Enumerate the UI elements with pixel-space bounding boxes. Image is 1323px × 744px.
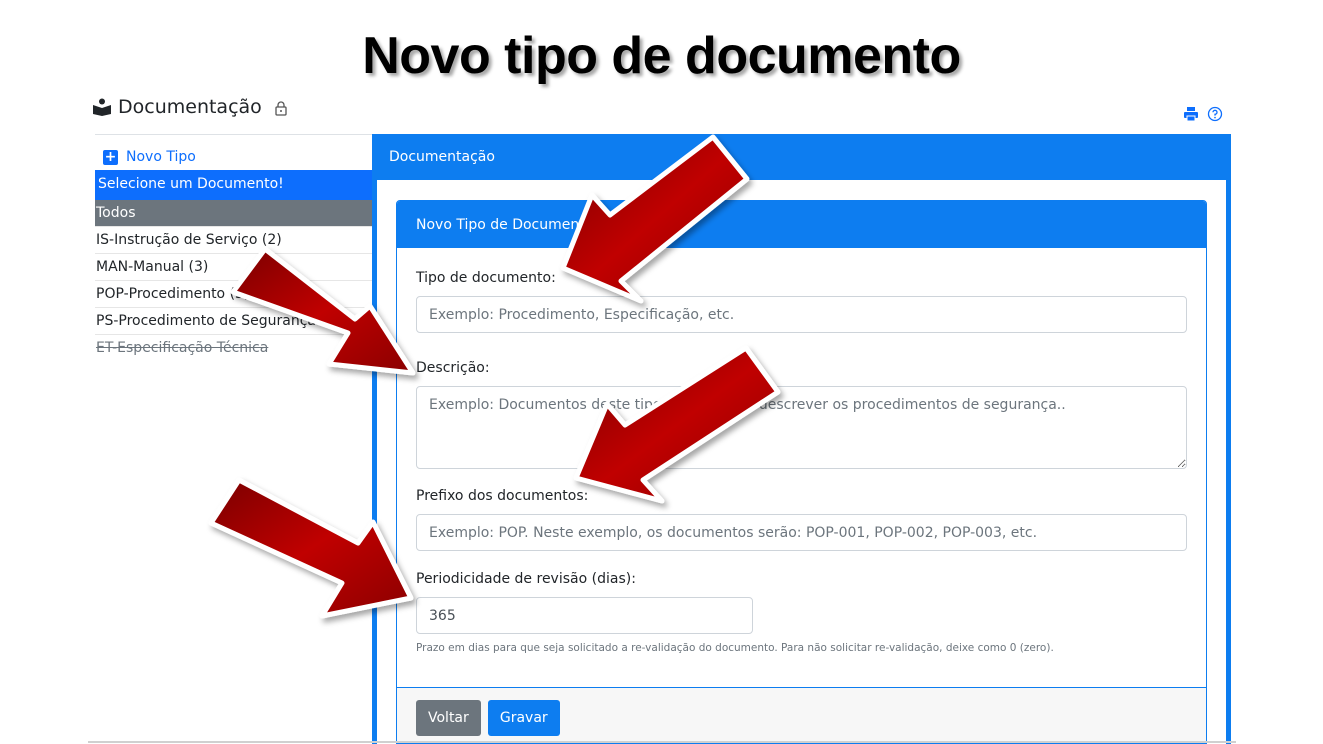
sidebar-item-et[interactable]: ET-Especificação Técnica	[95, 335, 372, 362]
card-body: Tipo de documento: Descrição: Prefixo do…	[397, 248, 1206, 654]
back-button[interactable]: Voltar	[416, 700, 481, 736]
book-reader-icon	[92, 98, 112, 116]
doc-type-label: Tipo de documento:	[416, 270, 556, 286]
app-header: Documentação	[92, 96, 288, 118]
card-title: Novo Tipo de Documento	[397, 201, 1206, 248]
prefix-input[interactable]	[416, 514, 1187, 551]
new-type-label: Novo Tipo	[126, 149, 196, 165]
description-textarea[interactable]	[416, 386, 1187, 469]
main-body: Novo Tipo de Documento Tipo de documento…	[377, 180, 1226, 744]
prefix-label: Prefixo dos documentos:	[416, 488, 589, 504]
new-type-card: Novo Tipo de Documento Tipo de documento…	[396, 200, 1207, 744]
help-icon[interactable]	[1207, 106, 1223, 122]
doc-type-input[interactable]	[416, 296, 1187, 333]
new-type-button[interactable]: + Novo Tipo	[95, 135, 372, 170]
top-tools	[1183, 106, 1223, 122]
description-label: Descrição:	[416, 360, 490, 376]
plus-square-icon: +	[103, 149, 118, 165]
review-period-help: Prazo em dias para que seja solicitado a…	[416, 642, 1054, 654]
bottom-divider	[88, 741, 1236, 743]
sidebar-item-is[interactable]: IS-Instrução de Serviço (2)	[95, 227, 372, 254]
save-button[interactable]: Gravar	[487, 700, 560, 736]
main-panel: Documentação Novo Tipo de Documento Tipo…	[372, 134, 1231, 744]
main-header: Documentação	[389, 149, 495, 165]
card-footer: Voltar Gravar	[397, 687, 1206, 743]
sidebar: + Novo Tipo Selecione um Documento! Todo…	[95, 134, 372, 744]
sidebar-item-man[interactable]: MAN-Manual (3)	[95, 254, 372, 281]
print-icon[interactable]	[1183, 106, 1199, 122]
slide-title: Novo tipo de documento	[362, 27, 961, 85]
sidebar-item-todos[interactable]: Todos	[95, 200, 372, 227]
sidebar-item-ps[interactable]: PS-Procedimento de Segurança	[95, 308, 372, 335]
document-type-list: Todos IS-Instrução de Serviço (2) MAN-Ma…	[95, 200, 372, 362]
select-document-prompt: Selecione um Documento!	[95, 170, 372, 200]
app-title: Documentação	[118, 96, 262, 118]
review-period-input[interactable]	[416, 597, 753, 634]
sidebar-item-pop[interactable]: POP-Procedimento (3)	[95, 281, 372, 308]
lock-icon[interactable]	[274, 99, 288, 116]
review-period-label: Periodicidade de revisão (dias):	[416, 571, 636, 587]
